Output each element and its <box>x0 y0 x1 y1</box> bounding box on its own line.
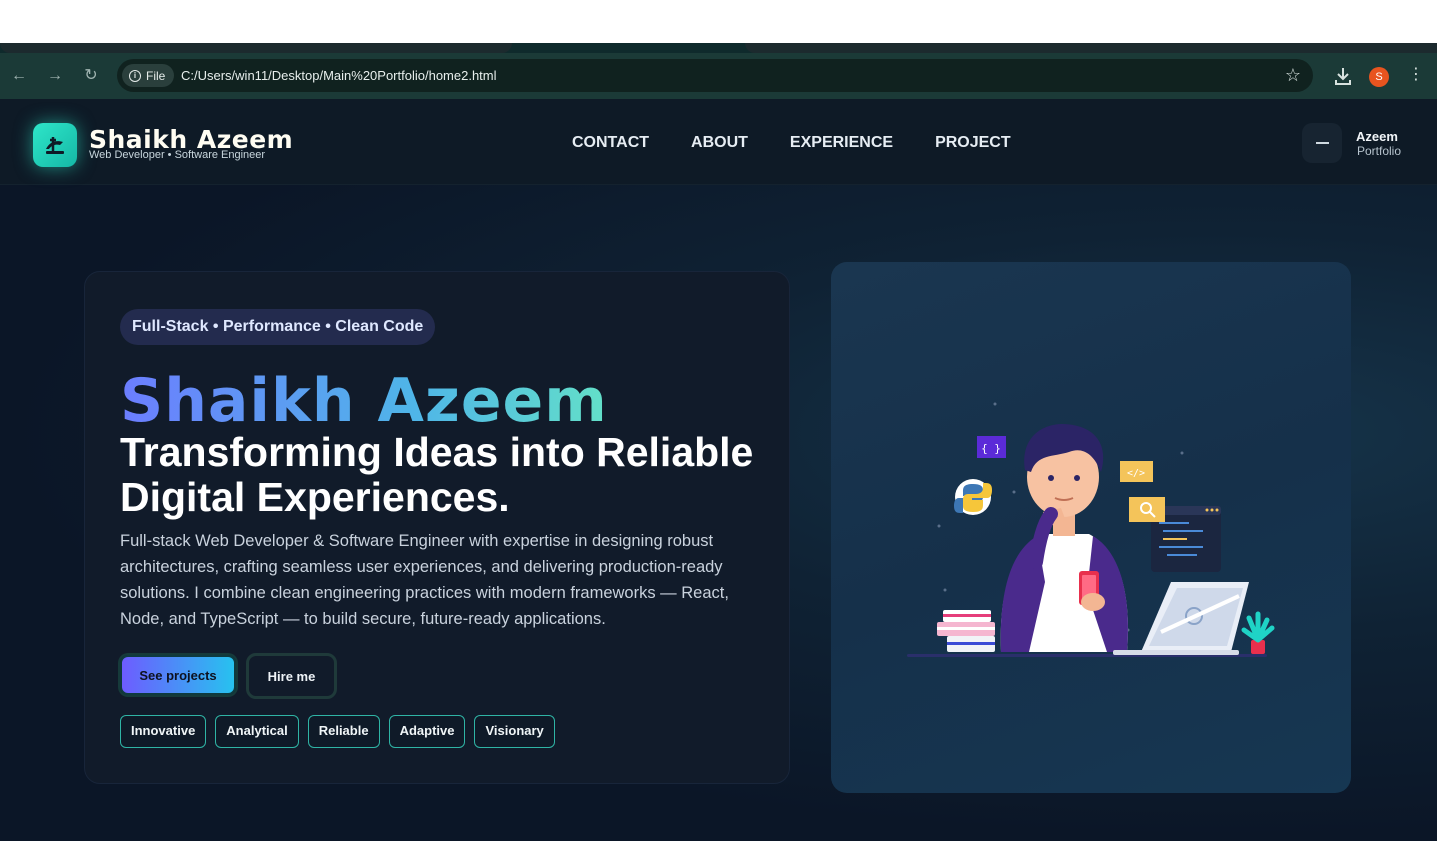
info-icon: i <box>129 69 141 82</box>
hero-description: Full-stack Web Developer & Software Engi… <box>120 532 729 628</box>
brand-tagline: Web Developer • Software Engineer <box>89 149 266 161</box>
search-icon <box>1129 497 1165 522</box>
hire-me-button[interactable]: Hire me <box>246 653 337 699</box>
reload-icon[interactable]: ↻ <box>81 66 101 86</box>
nav-contact[interactable]: CONTACT <box>572 134 649 152</box>
site-info-chip[interactable]: i File <box>122 64 175 87</box>
nav-experience[interactable]: EXPERIENCE <box>790 134 893 152</box>
traits-list: Innovative Analytical Reliable Adaptive … <box>120 715 555 748</box>
laptop-icon <box>1113 582 1249 655</box>
trait-chip: Innovative <box>120 715 207 748</box>
menu-toggle-button[interactable] <box>1302 123 1342 163</box>
window-top-strip <box>0 0 1437 43</box>
site-header: Shaikh Azeem Web Developer • Software En… <box>0 99 1437 185</box>
nav-project[interactable]: PROJECT <box>935 134 1011 152</box>
minus-icon <box>1315 142 1329 144</box>
main-nav: CONTACT ABOUT EXPERIENCE PROJECT <box>572 134 1011 152</box>
illustration-card: </> { } <box>831 262 1351 793</box>
logo-icon[interactable] <box>33 123 77 167</box>
code-badge-label: </> <box>1127 468 1145 479</box>
braces-badge-label: { } <box>981 442 1001 455</box>
trait-chip: Adaptive <box>388 715 466 748</box>
see-projects-button[interactable]: See projects <box>120 655 236 695</box>
download-icon[interactable] <box>1333 65 1353 87</box>
plant-icon <box>1241 611 1275 654</box>
skills-pill: Full-Stack • Performance • Clean Code <box>120 309 436 345</box>
address-bar[interactable]: i File C:/Users/win11/Desktop/Main%20Por… <box>117 59 1313 92</box>
url-text[interactable]: C:/Users/win11/Desktop/Main%20Portfolio/… <box>181 68 497 83</box>
braces-icon: { } <box>977 436 1006 458</box>
developer-illustration: </> { } <box>907 402 1275 657</box>
trait-chip: Visionary <box>474 715 555 748</box>
owner-name: Azeem <box>1356 129 1398 144</box>
profile-avatar[interactable]: S <box>1369 67 1389 87</box>
trait-chip: Reliable <box>307 715 380 748</box>
page-viewport: Shaikh Azeem Web Developer • Software En… <box>0 99 1437 841</box>
code-tag-icon: </> <box>1120 461 1153 482</box>
hero-name: Shaikh Azeem <box>120 366 608 436</box>
hero-title: Transforming Ideas into Reliable Digital… <box>120 429 754 520</box>
bookmark-star-icon[interactable]: ☆ <box>1285 65 1301 86</box>
scheme-label: File <box>146 68 166 83</box>
browser-toolbar: ← → ↻ i File C:/Users/win11/Desktop/Main… <box>0 53 1437 99</box>
owner-subtitle: Portfolio <box>1357 144 1402 158</box>
books-icon <box>937 610 995 652</box>
developer-person-icon <box>1000 423 1128 652</box>
browser-tab[interactable] <box>745 43 1437 53</box>
more-menu-icon[interactable]: ⋮ <box>1408 65 1424 85</box>
forward-arrow-icon[interactable]: → <box>45 66 65 86</box>
nav-about[interactable]: ABOUT <box>691 134 748 152</box>
hero-card: Full-Stack • Performance • Clean Code Sh… <box>84 271 790 784</box>
browser-tab[interactable] <box>0 43 512 53</box>
trait-chip: Analytical <box>215 715 299 748</box>
python-logo-icon <box>954 479 992 515</box>
back-arrow-icon[interactable]: ← <box>9 66 29 86</box>
